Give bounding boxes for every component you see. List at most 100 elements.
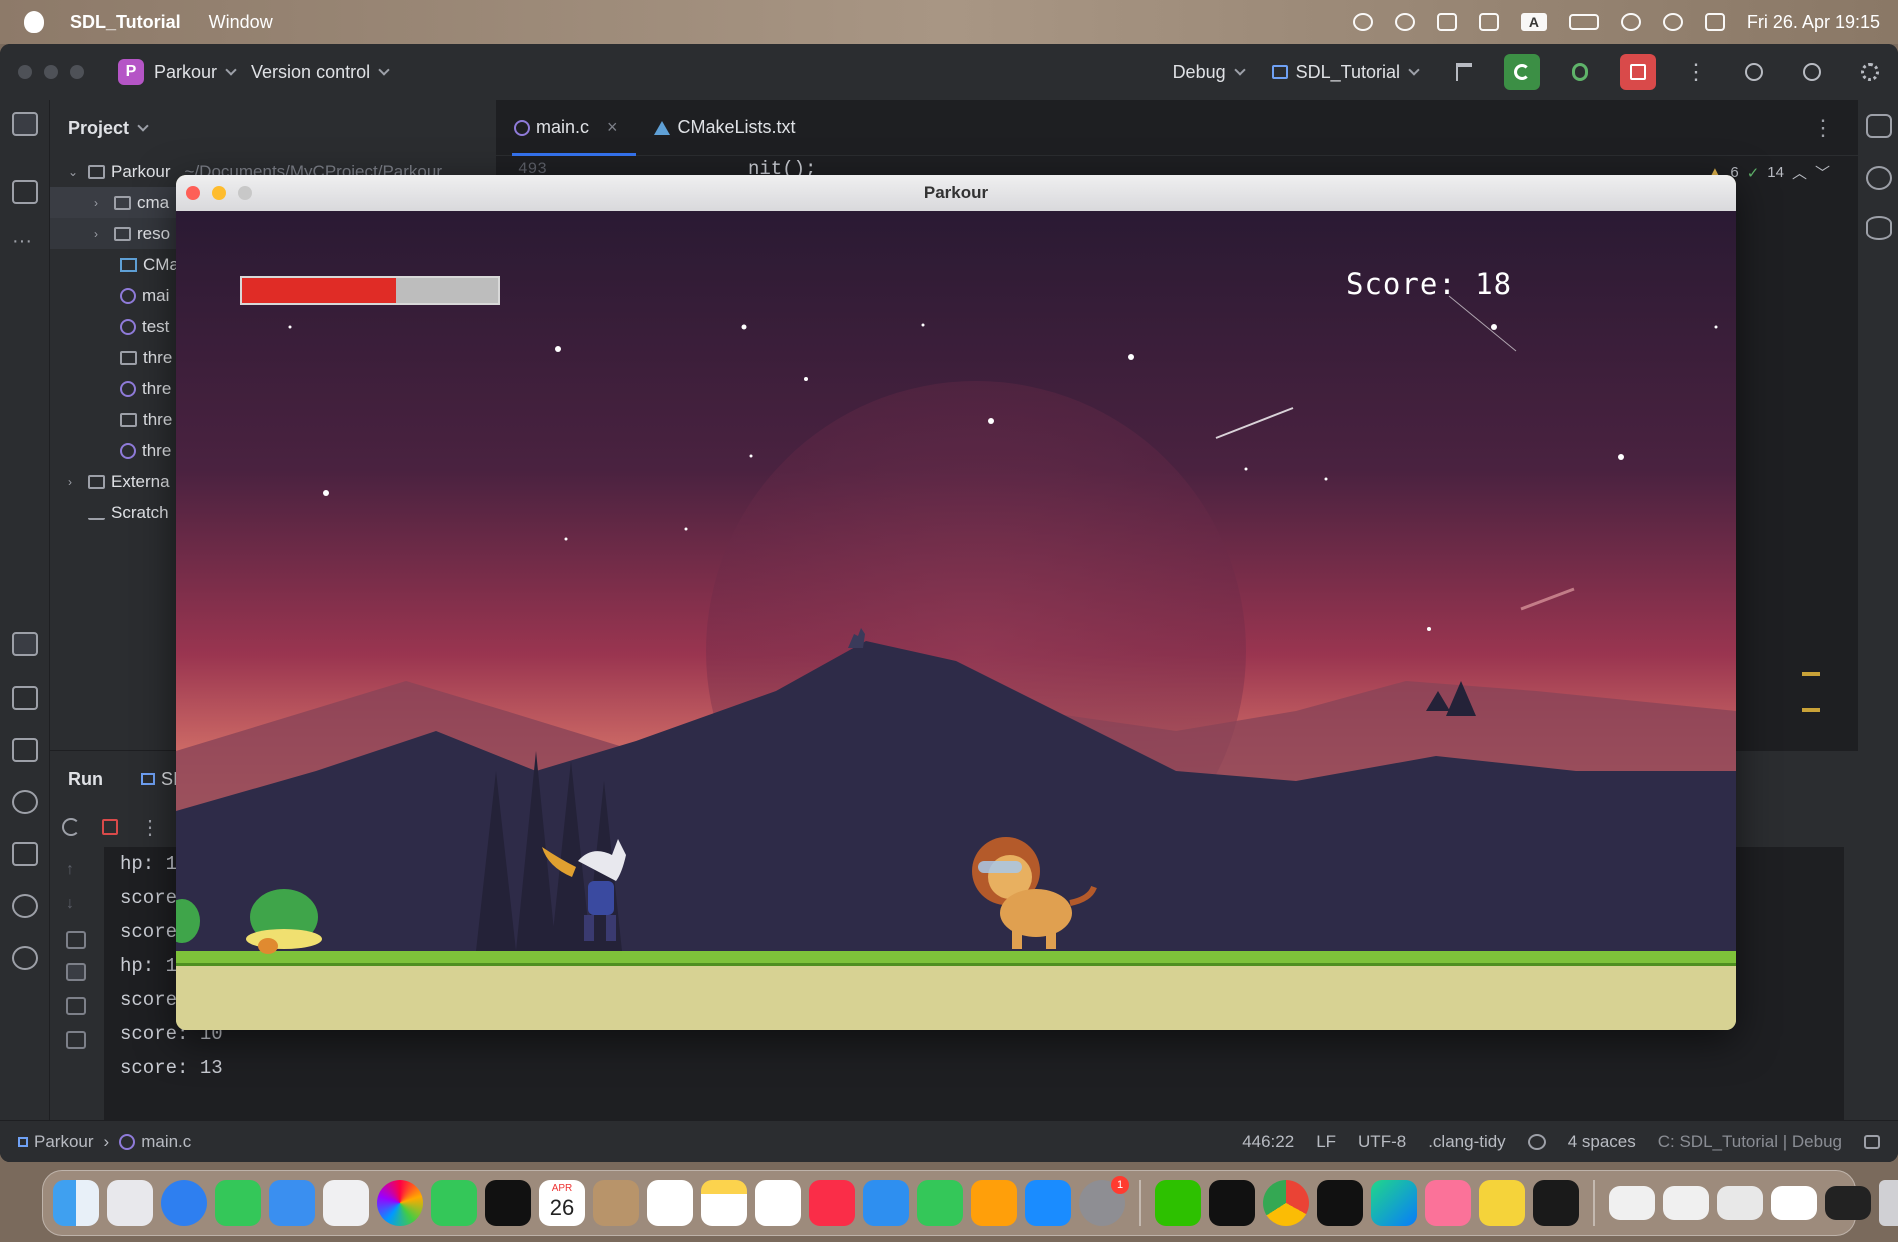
messages-icon[interactable] xyxy=(215,1180,261,1226)
more-options-icon[interactable]: ⋮ xyxy=(140,815,160,840)
chrome-icon[interactable] xyxy=(1263,1180,1309,1226)
facetime-icon[interactable] xyxy=(431,1180,477,1226)
more-tools-icon[interactable]: ··· xyxy=(12,231,38,260)
trash-icon[interactable] xyxy=(1879,1180,1898,1226)
spotlight-search-icon[interactable] xyxy=(1662,13,1683,31)
ai-assistant-icon[interactable] xyxy=(1866,166,1892,190)
caret-position[interactable]: 446:22 xyxy=(1242,1132,1294,1152)
add-user-icon[interactable] xyxy=(1736,54,1772,90)
project-switcher[interactable]: Parkour xyxy=(154,62,217,83)
apple-tv-icon[interactable] xyxy=(485,1180,531,1226)
menubar-clock[interactable]: Fri 26. Apr 19:15 xyxy=(1747,12,1880,33)
apple-icon[interactable] xyxy=(24,11,44,33)
input-source-icon[interactable]: A xyxy=(1520,13,1547,31)
tab-cmakelists[interactable]: CMakeLists.txt xyxy=(636,100,814,156)
database-icon[interactable] xyxy=(1866,216,1892,240)
close-window-button[interactable] xyxy=(18,65,32,79)
scroll-to-end-icon[interactable] xyxy=(66,963,86,981)
calendar-icon[interactable]: APR 26 xyxy=(539,1180,585,1226)
reminders-icon[interactable] xyxy=(647,1180,693,1226)
sticky-app-icon[interactable] xyxy=(1479,1180,1525,1226)
run-tool-icon[interactable] xyxy=(12,632,38,656)
launchpad-icon[interactable] xyxy=(107,1180,153,1226)
more-options-icon[interactable]: ⋮ xyxy=(1678,54,1714,90)
window-thumbnail[interactable] xyxy=(1771,1186,1817,1220)
indent-setting[interactable]: 4 spaces xyxy=(1568,1132,1636,1152)
debug-bug-icon[interactable] xyxy=(1562,54,1598,90)
tabs-more-icon[interactable]: ⋮ xyxy=(1812,115,1834,141)
close-window-button[interactable] xyxy=(186,186,200,200)
chevron-down-icon[interactable]: ﹀ xyxy=(1815,162,1830,183)
system-settings-icon[interactable]: 1 xyxy=(1079,1176,1129,1226)
build-hammer-icon[interactable] xyxy=(1446,54,1482,90)
window-thumbnail[interactable] xyxy=(1717,1186,1763,1220)
game-scene[interactable]: Score: 18 xyxy=(176,211,1736,1030)
finder-icon[interactable] xyxy=(53,1180,99,1226)
github-desktop-icon[interactable] xyxy=(1317,1180,1363,1226)
cmake-tool-icon[interactable] xyxy=(12,686,38,710)
git-branch-icon[interactable] xyxy=(12,946,38,970)
resolve-context[interactable]: C: SDL_Tutorial | Debug xyxy=(1658,1132,1842,1152)
menubar-window-menu[interactable]: Window xyxy=(209,12,273,33)
services-icon[interactable] xyxy=(12,790,38,814)
rerun-icon[interactable] xyxy=(62,818,80,836)
minimize-window-button[interactable] xyxy=(44,65,58,79)
menubar-app-name[interactable]: SDL_Tutorial xyxy=(70,12,181,33)
error-stripe-marker[interactable] xyxy=(1802,708,1820,712)
error-stripe-marker[interactable] xyxy=(1802,672,1820,676)
chevron-up-icon[interactable]: ︿ xyxy=(1792,162,1807,183)
freeform-icon[interactable] xyxy=(755,1180,801,1226)
run-config-tab[interactable]: SI xyxy=(141,769,178,790)
record-icon[interactable] xyxy=(1352,13,1373,31)
project-badge[interactable]: P xyxy=(118,59,144,85)
control-center-icon[interactable] xyxy=(1704,13,1725,31)
minimize-window-button[interactable] xyxy=(212,186,226,200)
mail-icon[interactable] xyxy=(269,1180,315,1226)
print-icon[interactable] xyxy=(66,997,86,1015)
build-config-select[interactable]: Debug xyxy=(1173,62,1250,83)
problems-icon[interactable] xyxy=(12,894,38,918)
file-encoding[interactable]: UTF-8 xyxy=(1358,1132,1406,1152)
maps-icon[interactable] xyxy=(323,1180,369,1226)
run-target-select[interactable]: SDL_Tutorial xyxy=(1271,62,1424,83)
photos-icon[interactable] xyxy=(377,1180,423,1226)
window-thumbnail[interactable] xyxy=(1609,1186,1655,1220)
soft-wrap-icon[interactable] xyxy=(66,931,86,949)
lock-icon[interactable] xyxy=(1864,1135,1880,1149)
wechat-icon[interactable] xyxy=(1155,1180,1201,1226)
clang-tidy-status[interactable]: .clang-tidy xyxy=(1428,1132,1505,1152)
scroll-down-icon[interactable]: ↓ xyxy=(66,895,86,913)
stop-icon[interactable] xyxy=(102,819,118,835)
trash-icon[interactable] xyxy=(66,1031,86,1049)
wifi-icon[interactable] xyxy=(1620,13,1641,31)
contacts-icon[interactable] xyxy=(593,1180,639,1226)
music-icon[interactable] xyxy=(809,1180,855,1226)
clion-icon[interactable] xyxy=(1371,1180,1417,1226)
structure-icon[interactable] xyxy=(12,180,38,204)
scroll-up-icon[interactable]: ↑ xyxy=(66,861,86,879)
accessibility-icon[interactable] xyxy=(1478,13,1499,31)
breadcrumb-file[interactable]: main.c xyxy=(141,1132,191,1152)
window-thumbnail[interactable] xyxy=(1663,1186,1709,1220)
close-tab-icon[interactable]: × xyxy=(607,117,618,138)
project-folder-icon[interactable] xyxy=(12,112,38,136)
code-style-icon[interactable] xyxy=(1527,1134,1546,1150)
version-control-menu[interactable]: Version control xyxy=(251,62,370,83)
wechat-icon[interactable] xyxy=(1436,13,1457,31)
tab-main-c[interactable]: main.c × xyxy=(496,100,636,156)
activity-monitor-icon[interactable] xyxy=(1533,1180,1579,1226)
numbers-icon[interactable] xyxy=(917,1180,963,1226)
stop-button[interactable] xyxy=(1620,54,1656,90)
bilibili-icon[interactable] xyxy=(1425,1180,1471,1226)
safari-icon[interactable] xyxy=(161,1180,207,1226)
line-separator[interactable]: LF xyxy=(1316,1132,1336,1152)
notes-icon[interactable] xyxy=(701,1180,747,1226)
window-thumbnail[interactable] xyxy=(1825,1186,1871,1220)
terminal-icon[interactable] xyxy=(1209,1180,1255,1226)
pages-icon[interactable] xyxy=(971,1180,1017,1226)
zoom-window-button[interactable] xyxy=(70,65,84,79)
zoom-window-button[interactable] xyxy=(238,186,252,200)
notifications-bell-icon[interactable] xyxy=(1866,114,1892,138)
play-icon[interactable] xyxy=(1394,13,1415,31)
breadcrumb-project[interactable]: Parkour xyxy=(34,1132,94,1152)
